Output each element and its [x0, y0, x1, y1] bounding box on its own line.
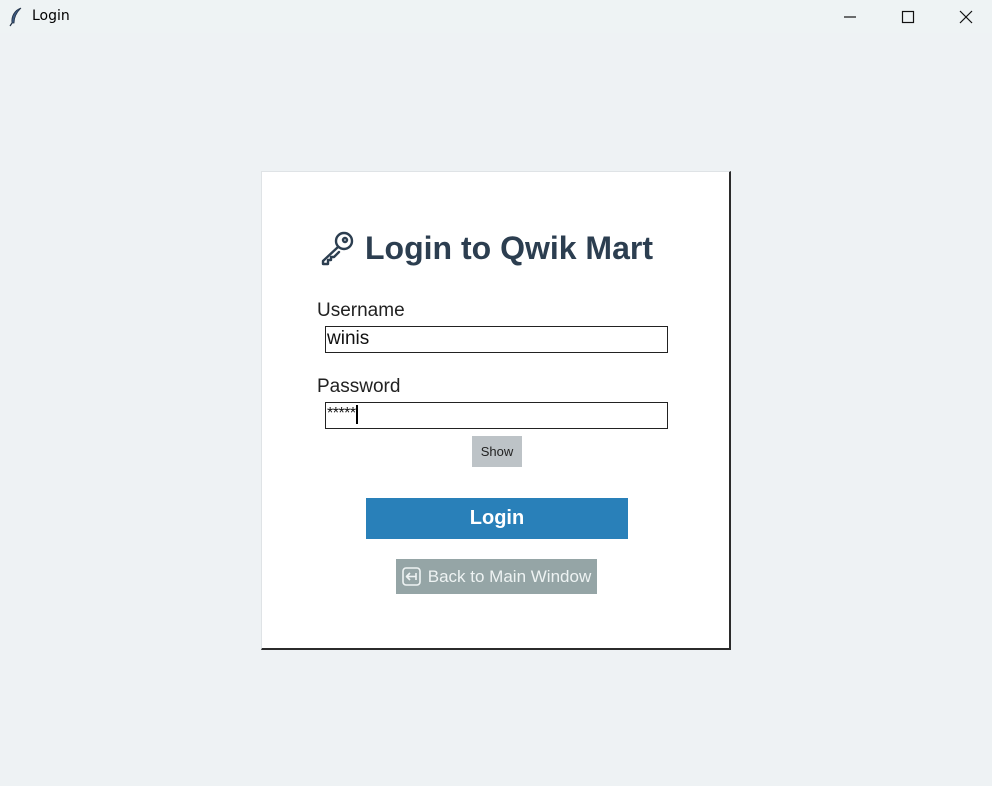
window-title: Login: [32, 8, 70, 24]
username-value: winis: [327, 328, 370, 349]
back-to-main-window-button[interactable]: Back to Main Window: [396, 559, 597, 594]
login-heading: Login to Qwik Mart: [318, 228, 653, 268]
close-icon: [959, 10, 973, 24]
back-arrow-icon: [401, 567, 421, 586]
maximize-icon: [901, 10, 915, 24]
text-caret: [355, 405, 358, 424]
back-button-label: Back to Main Window: [427, 566, 592, 586]
password-label: Password: [317, 376, 401, 397]
feather-icon: [9, 7, 23, 27]
title-bar: Login: [0, 0, 992, 33]
login-card: Login to Qwik Mart Username winis Passwo…: [261, 171, 731, 650]
password-input[interactable]: *****: [325, 402, 668, 429]
minimize-button[interactable]: [821, 0, 879, 33]
close-button[interactable]: [937, 0, 992, 33]
page-title: Login to Qwik Mart: [365, 229, 653, 266]
show-password-button[interactable]: Show: [472, 436, 522, 467]
username-input[interactable]: winis: [325, 326, 668, 353]
maximize-button[interactable]: [879, 0, 937, 33]
username-label: Username: [317, 300, 405, 321]
key-icon: [321, 231, 354, 266]
login-button[interactable]: Login: [366, 498, 628, 539]
password-value: *****: [327, 405, 356, 422]
minimize-icon: [844, 16, 856, 18]
